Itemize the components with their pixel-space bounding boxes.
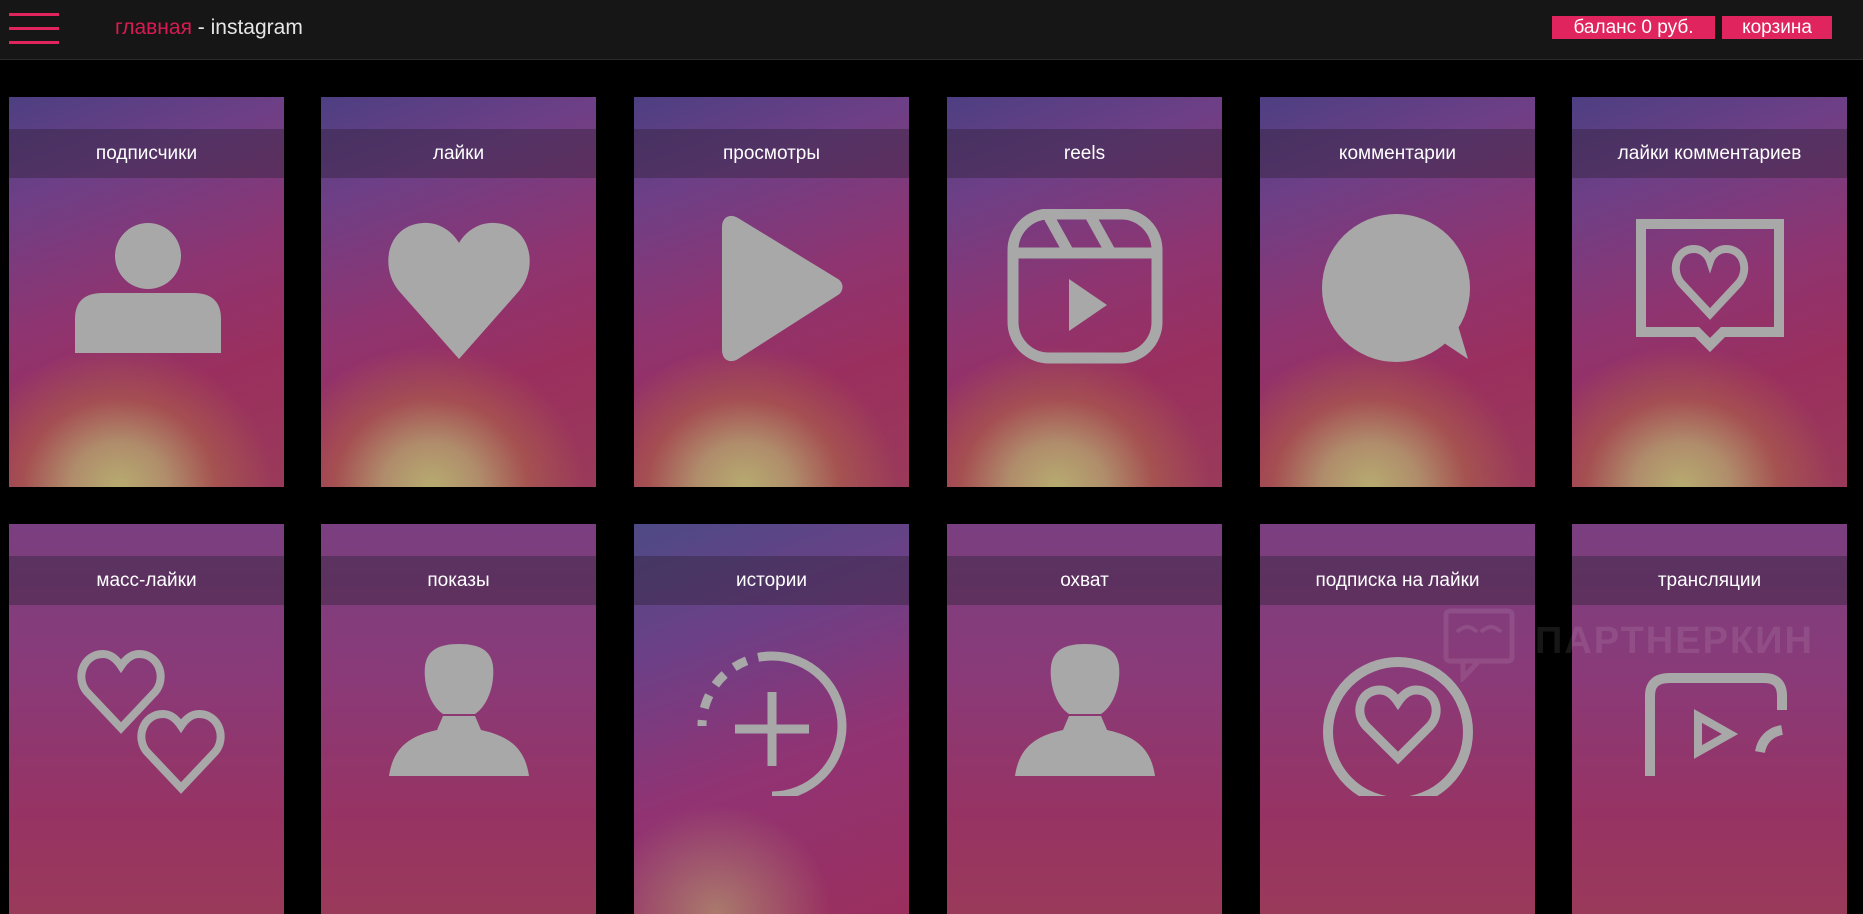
breadcrumb-home-link[interactable]: главная	[115, 16, 192, 39]
card-title: показы	[321, 556, 596, 605]
card-comments[interactable]: комментарии	[1260, 97, 1535, 487]
breadcrumb-separator: -	[191, 16, 211, 39]
breadcrumb-current: instagram	[210, 16, 303, 39]
balance-button[interactable]: баланс 0 руб.	[1552, 16, 1715, 39]
card-impressions[interactable]: показы	[321, 524, 596, 914]
card-reach[interactable]: охват	[947, 524, 1222, 914]
watermark: ПАРТНЕРКИН	[1443, 608, 1823, 683]
card-title: охват	[947, 556, 1222, 605]
card-likes[interactable]: лайки	[321, 97, 596, 487]
card-title: подписка на лайки	[1260, 556, 1535, 605]
card-broadcasts[interactable]: трансляции	[1572, 524, 1847, 914]
card-title: истории	[634, 556, 909, 605]
menu-icon[interactable]	[9, 13, 59, 44]
card-title: reels	[947, 129, 1222, 178]
heart-icon	[321, 209, 596, 369]
card-like-subscription[interactable]: подписка на лайки	[1260, 524, 1535, 914]
card-title: масс-лайки	[9, 556, 284, 605]
story-add-icon	[634, 636, 909, 796]
card-title: просмотры	[634, 129, 909, 178]
person-icon	[947, 636, 1222, 796]
card-title: лайки	[321, 129, 596, 178]
watermark-text: ПАРТНЕРКИН	[1535, 620, 1814, 662]
cart-button[interactable]: корзина	[1722, 16, 1832, 39]
card-title: комментарии	[1260, 129, 1535, 178]
two-hearts-icon	[9, 636, 284, 796]
card-followers[interactable]: подписчики	[9, 97, 284, 487]
top-bar: главная - instagram баланс 0 руб. корзин…	[0, 0, 1863, 60]
card-title: лайки комментариев	[1572, 129, 1847, 178]
card-views[interactable]: просмотры	[634, 97, 909, 487]
breadcrumb: главная - instagram	[115, 16, 303, 40]
card-title: трансляции	[1572, 556, 1847, 605]
card-stories[interactable]: истории	[634, 524, 909, 914]
card-mass-likes[interactable]: масс-лайки	[9, 524, 284, 914]
reels-icon	[947, 209, 1222, 369]
user-icon	[9, 209, 284, 369]
card-reels[interactable]: reels	[947, 97, 1222, 487]
card-comment-likes[interactable]: лайки комментариев	[1572, 97, 1847, 487]
person-icon	[321, 636, 596, 796]
comment-bubble-icon	[1260, 209, 1535, 369]
play-icon	[634, 209, 909, 369]
card-title: подписчики	[9, 129, 284, 178]
heart-message-icon	[1572, 209, 1847, 369]
